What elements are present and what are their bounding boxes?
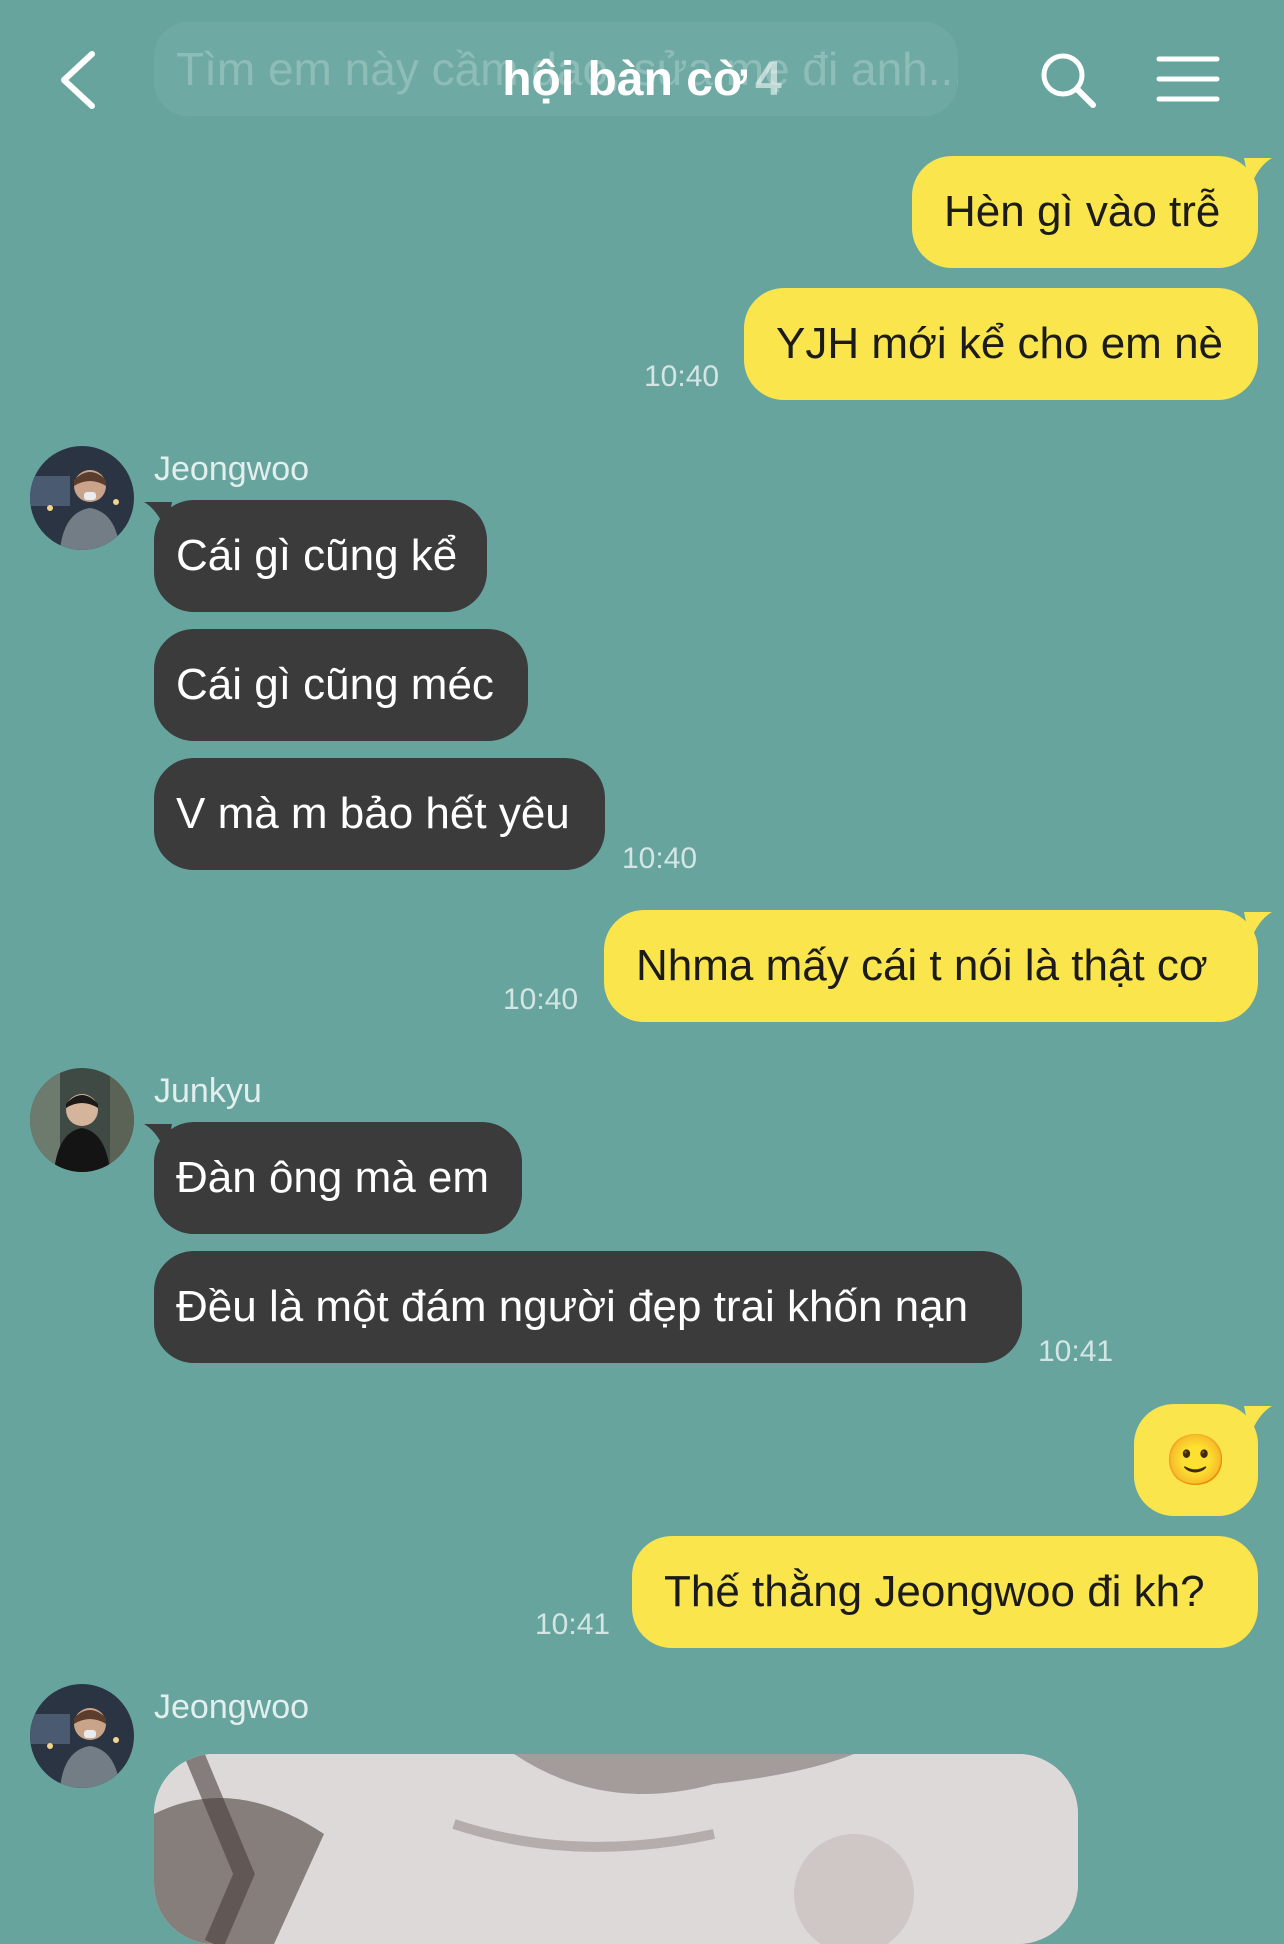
outgoing-message[interactable]: Nhma mấy cái t nói là thật cơ (604, 910, 1258, 1022)
search-button[interactable] (1038, 50, 1098, 110)
photo-message[interactable] (154, 1754, 1078, 1944)
menu-button[interactable] (1156, 54, 1220, 104)
outgoing-message[interactable]: 🙂 (1134, 1404, 1258, 1516)
outgoing-message[interactable]: YJH mới kể cho em nè (744, 288, 1258, 400)
incoming-message[interactable]: Đàn ông mà em (154, 1122, 522, 1234)
bubble-tail (1244, 158, 1272, 188)
incoming-message[interactable]: V mà m bảo hết yêu (154, 758, 605, 870)
hamburger-menu-icon (1156, 56, 1220, 102)
incoming-message[interactable]: Cái gì cũng kể (154, 500, 487, 612)
message-time: 10:41 (535, 1608, 611, 1641)
member-count: 4 (755, 53, 782, 106)
message-text: Hèn gì vào trễ (944, 187, 1221, 236)
search-icon (1041, 53, 1096, 108)
message-text: YJH mới kể cho em nè (776, 319, 1224, 368)
bubble-tail (1244, 912, 1272, 942)
message-time: 10:40 (503, 983, 579, 1016)
avatar-photo (30, 1684, 134, 1788)
message-text: Thế thằng Jeongwoo đi kh? (664, 1567, 1205, 1616)
smile-emoji: 🙂 (1164, 1432, 1228, 1488)
avatar-jeongwoo[interactable] (30, 1684, 134, 1788)
avatar-junkyu[interactable] (30, 1068, 134, 1172)
message-text: Nhma mấy cái t nói là thật cơ (636, 941, 1208, 990)
sender-name: Jeongwoo (154, 450, 310, 488)
avatar-jeongwoo[interactable] (30, 446, 134, 550)
message-time: 10:40 (644, 360, 720, 393)
message-time: 10:40 (622, 842, 698, 875)
message-text: Cái gì cũng kể (176, 531, 458, 580)
outgoing-message[interactable]: Hèn gì vào trễ (912, 156, 1258, 268)
message-text: Cái gì cũng méc (176, 660, 494, 709)
message-text: Đều là một đám người đẹp trai khốn nạn (176, 1282, 969, 1331)
avatar-photo (30, 1068, 134, 1172)
bubble-tail (1244, 1406, 1272, 1436)
chat-name: hội bàn cờ (502, 53, 748, 106)
chat-header: Tìm em này cầm dao, sửa mẹ đi anh... hội… (0, 0, 1284, 150)
photo-thumbnail (154, 1754, 1078, 1944)
outgoing-message[interactable]: Thế thằng Jeongwoo đi kh? (632, 1536, 1258, 1648)
sender-name: Jeongwoo (154, 1688, 310, 1726)
incoming-message[interactable]: Cái gì cũng méc (154, 629, 528, 741)
incoming-message[interactable]: Đều là một đám người đẹp trai khốn nạn (154, 1251, 1022, 1363)
message-text: Đàn ông mà em (176, 1153, 490, 1202)
sender-name: Junkyu (154, 1072, 262, 1110)
avatar-photo (30, 446, 134, 550)
message-time: 10:41 (1038, 1335, 1114, 1368)
message-text: V mà m bảo hết yêu (176, 789, 570, 838)
